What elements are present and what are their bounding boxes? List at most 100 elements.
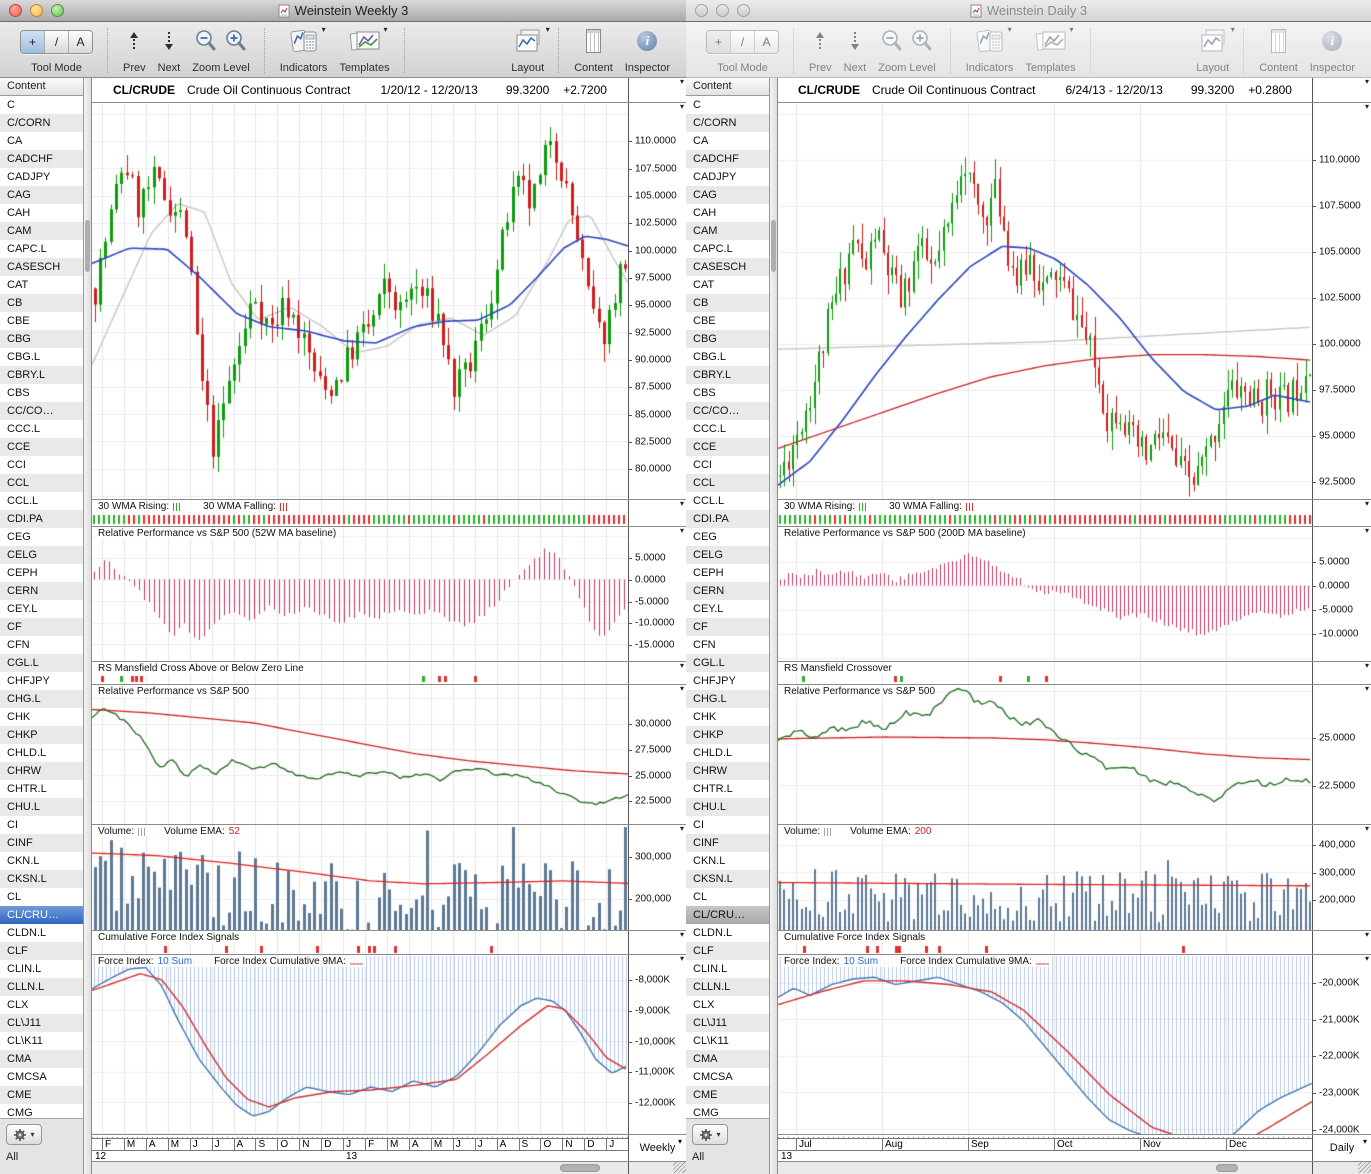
symbol-list-item[interactable]: CBE (0, 312, 83, 330)
symbol-list-item[interactable]: CAG (0, 186, 83, 204)
symbol-list-item[interactable]: CHTR.L (686, 780, 769, 798)
symbol-list-item[interactable]: CELG (0, 546, 83, 564)
volume-pane[interactable]: Volume: Volume EMA:200 400,000300,000200… (778, 825, 1371, 931)
pane-menu-caret-icon[interactable] (680, 526, 684, 535)
symbol-list-item[interactable]: CEPH (686, 564, 769, 582)
symbol-list-item[interactable]: CMG (0, 1104, 83, 1118)
horizontal-scrollbar-thumb[interactable] (1216, 1164, 1238, 1172)
symbol-list-item[interactable]: CLX (686, 996, 769, 1014)
symbol-list-item[interactable]: CCL (686, 474, 769, 492)
pane-menu-caret-icon[interactable] (1365, 930, 1369, 939)
symbol-list-item[interactable]: CCL.L (0, 492, 83, 510)
sidebar-scrollbar-thumb[interactable] (85, 220, 90, 272)
symbol-list-item[interactable]: CLLN.L (686, 978, 769, 996)
symbol-list-item[interactable]: CHG.L (686, 690, 769, 708)
symbol-list-item[interactable]: CMG (686, 1104, 769, 1118)
resize-grip-icon[interactable] (1358, 1162, 1371, 1173)
symbol-list-item[interactable]: CI (0, 816, 83, 834)
zoom-window-button[interactable] (737, 4, 750, 17)
wma-signal-pane[interactable]: 30 WMA Rising: 30 WMA Falling: (778, 500, 1371, 527)
sidebar-header[interactable]: Content (686, 78, 769, 96)
symbol-list-item[interactable]: CADCHF (0, 150, 83, 168)
periodicity-selector[interactable]: Weekly (628, 1135, 686, 1161)
indicators-button[interactable]: ▾ Indicators (274, 26, 334, 75)
symbol-list-item[interactable]: CME (0, 1086, 83, 1104)
symbol-list-item[interactable]: CLF (0, 942, 83, 960)
force-index-pane[interactable]: Force Index:10 Sum Force Index Cumulativ… (778, 955, 1371, 1135)
relative-performance-line-pane[interactable]: Relative Performance vs S&P 500 30.00002… (92, 685, 686, 825)
symbol-list-item[interactable]: C (686, 96, 769, 114)
symbol-list-item[interactable]: CB (0, 294, 83, 312)
zoom-in-icon[interactable] (911, 29, 933, 53)
symbol-list-item[interactable]: CBG.L (686, 348, 769, 366)
symbol-list-item[interactable]: CLLN.L (0, 978, 83, 996)
symbol-list-item[interactable]: CKSN.L (0, 870, 83, 888)
sidebar-scrollbar[interactable] (770, 78, 778, 1174)
symbol-list-item[interactable]: CL/CRU… (686, 906, 769, 924)
mansfield-signal-pane[interactable]: RS Mansfield Crossover (778, 662, 1371, 685)
symbol-list-item[interactable]: CAM (686, 222, 769, 240)
pane-menu-caret-icon[interactable] (1365, 661, 1369, 670)
symbol-list-item[interactable]: CELG (686, 546, 769, 564)
mansfield-signal-pane[interactable]: RS Mansfield Cross Above or Below Zero L… (92, 662, 686, 685)
symbol-list-item[interactable]: CC/CO… (0, 402, 83, 420)
volume-pane[interactable]: Volume: Volume EMA:52 300,000200,000 (92, 825, 686, 931)
pane-menu-caret-icon[interactable] (680, 499, 684, 508)
symbol-list-item[interactable]: CHK (0, 708, 83, 726)
sidebar-header[interactable]: Content (0, 78, 83, 96)
templates-button[interactable]: ▾ Templates (333, 26, 395, 75)
sidebar-scrollbar-thumb[interactable] (771, 220, 776, 272)
minimize-button[interactable] (716, 4, 729, 17)
symbol-list-item[interactable]: CASESCH (0, 258, 83, 276)
symbol-list-item[interactable]: CCI (686, 456, 769, 474)
horizontal-scrollbar[interactable] (778, 1162, 1371, 1174)
force-index-pane[interactable]: Force Index:10 Sum Force Index Cumulativ… (92, 955, 686, 1135)
text-tool-button[interactable]: A (754, 31, 778, 53)
pane-menu-caret-icon[interactable] (680, 954, 684, 963)
symbol-list-item[interactable]: CAT (686, 276, 769, 294)
symbol-list-item[interactable]: CFN (686, 636, 769, 654)
periodicity-selector[interactable]: Daily (1312, 1135, 1371, 1161)
symbol-list-item[interactable]: CLDN.L (0, 924, 83, 942)
symbol-list-item[interactable]: CERN (686, 582, 769, 600)
symbol-list-item[interactable]: CFN (0, 636, 83, 654)
relative-performance-line-pane[interactable]: Relative Performance vs S&P 500 25.00002… (778, 685, 1371, 825)
templates-button[interactable]: ▾ Templates (1019, 26, 1081, 75)
symbol-list-item[interactable]: CAM (0, 222, 83, 240)
symbol-list-item[interactable]: CA (686, 132, 769, 150)
symbol-list-item[interactable]: CL\J11 (686, 1014, 769, 1032)
pane-menu-caret-icon[interactable] (1365, 684, 1369, 693)
zoom-window-button[interactable] (51, 4, 64, 17)
price-pane[interactable]: 110.0000107.5000105.0000102.5000100.0000… (92, 103, 686, 500)
force-index-signal-pane[interactable]: Cumulative Force Index Signals (778, 931, 1371, 955)
symbol-list-item[interactable]: CMCSA (0, 1068, 83, 1086)
symbol-list-item[interactable]: CL\K11 (0, 1032, 83, 1050)
layout-button[interactable]: ▾ Layout (1190, 26, 1235, 75)
symbol-list-item[interactable]: CCL.L (686, 492, 769, 510)
symbol-list-item[interactable]: CBRY.L (0, 366, 83, 384)
symbol-list-item[interactable]: CMCSA (686, 1068, 769, 1086)
resize-grip-icon[interactable] (673, 1162, 686, 1173)
symbol-list-item[interactable]: CCC.L (0, 420, 83, 438)
symbol-list-item[interactable]: CL\J11 (0, 1014, 83, 1032)
symbol-list-item[interactable]: CEY.L (0, 600, 83, 618)
symbol-list-item[interactable]: CF (0, 618, 83, 636)
sidebar-scrollbar[interactable] (84, 78, 92, 1174)
symbol-list-item[interactable]: CDI.PA (686, 510, 769, 528)
symbol-list-item[interactable]: CHKP (686, 726, 769, 744)
symbol-list-item[interactable]: CHRW (0, 762, 83, 780)
symbol-list-item[interactable]: CHG.L (0, 690, 83, 708)
symbol-list-item[interactable]: CGL.L (0, 654, 83, 672)
symbol-list-item[interactable]: CINF (686, 834, 769, 852)
symbol-list-item[interactable]: CL/CRU… (0, 906, 83, 924)
symbol-list-item[interactable]: CEG (686, 528, 769, 546)
symbol-list-item[interactable]: CBG.L (0, 348, 83, 366)
symbol-list-item[interactable]: CBS (0, 384, 83, 402)
pane-menu-caret-icon[interactable] (680, 684, 684, 693)
symbol-list-item[interactable]: CCC.L (686, 420, 769, 438)
pane-menu-caret-icon[interactable] (680, 661, 684, 670)
pane-menu-caret-icon[interactable] (1365, 954, 1369, 963)
symbol-list-item[interactable]: CBS (686, 384, 769, 402)
symbol-list-item[interactable]: CL (686, 888, 769, 906)
crosshair-tool-button[interactable]: + (707, 31, 730, 53)
